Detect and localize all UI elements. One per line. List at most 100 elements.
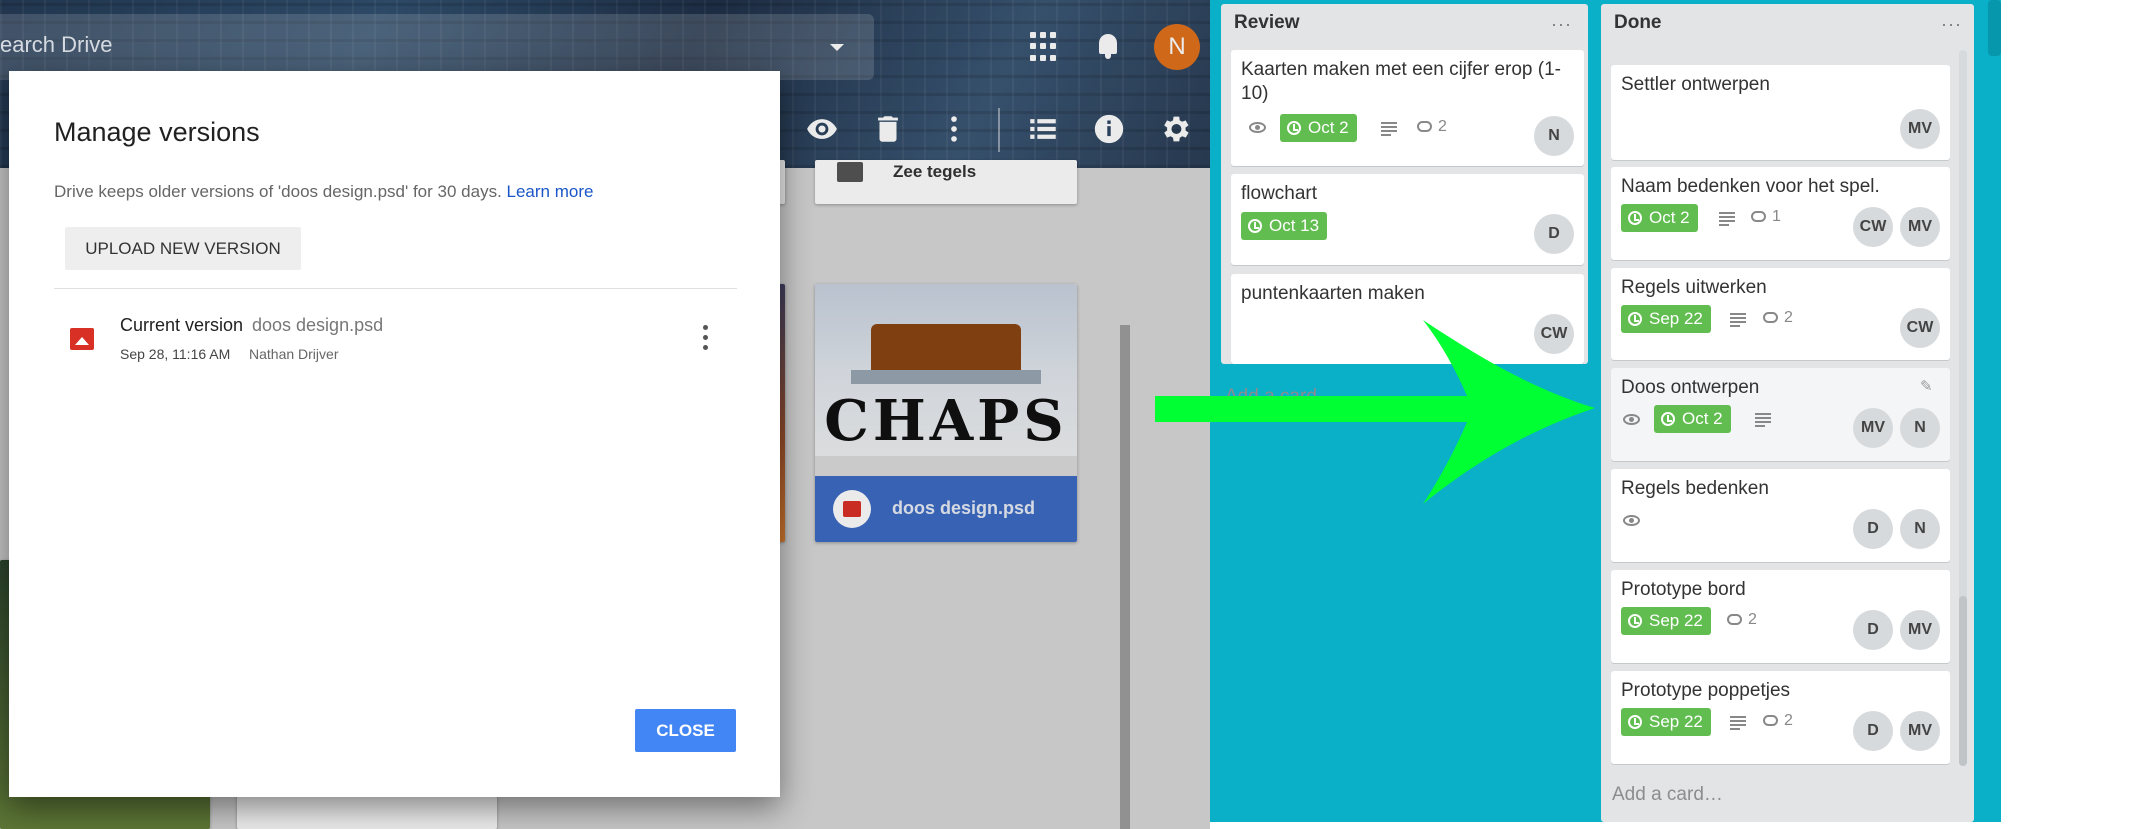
close-button[interactable]: CLOSE xyxy=(635,709,736,752)
comments-badge: 2 xyxy=(1417,118,1447,136)
card-kaarten-maken[interactable]: Kaarten maken met een cijfer erop (1- 10)… xyxy=(1231,50,1584,166)
clock-icon xyxy=(1628,614,1642,628)
board-scrollbar[interactable] xyxy=(1988,0,2001,56)
member-avatar[interactable]: D xyxy=(1853,509,1893,549)
description-text: Drive keeps older versions of 'doos desi… xyxy=(54,182,507,201)
clock-icon xyxy=(1628,211,1642,225)
comment-count: 2 xyxy=(1784,712,1793,729)
list-menu-icon[interactable]: ··· xyxy=(1941,14,1962,35)
member-avatar[interactable]: CW xyxy=(1853,207,1893,247)
list-title: Review xyxy=(1234,12,1300,33)
list-done: Done ··· Settler ontwerpen MV Naam beden… xyxy=(1601,4,1974,822)
member-avatar[interactable]: N xyxy=(1900,408,1940,448)
card-title-line: Kaarten maken met een cijfer erop (1- xyxy=(1241,59,1561,80)
due-date-badge[interactable]: Sep 22 xyxy=(1621,305,1711,333)
version-file-name: doos design.psd xyxy=(252,315,384,335)
card-title: Prototype bord xyxy=(1621,579,1746,600)
card-title: Kaarten maken met een cijfer erop (1- 10) xyxy=(1241,58,1561,106)
member-avatar[interactable]: N xyxy=(1900,509,1940,549)
clock-icon xyxy=(1248,219,1262,233)
comment-count: 2 xyxy=(1438,118,1447,135)
card-prototype-bord[interactable]: Prototype bord Sep 22 2 D MV xyxy=(1611,570,1950,663)
upload-new-version-button[interactable]: UPLOAD NEW VERSION xyxy=(65,227,301,270)
description-icon xyxy=(1381,122,1397,136)
due-date-badge[interactable]: Sep 22 xyxy=(1621,708,1711,736)
member-avatar[interactable]: MV xyxy=(1900,711,1940,751)
card-doos-ontwerpen[interactable]: Doos ontwerpen Oct 2 MV N xyxy=(1611,368,1950,461)
version-more-icon[interactable] xyxy=(695,323,715,353)
watch-eye-icon xyxy=(1623,414,1640,425)
card-naam-bedenken[interactable]: Naam bedenken voor het spel. Oct 2 1 CW … xyxy=(1611,167,1950,260)
comments-badge: 2 xyxy=(1763,309,1793,327)
clock-icon xyxy=(1287,121,1301,135)
card-settler-ontwerpen[interactable]: Settler ontwerpen MV xyxy=(1611,65,1950,160)
due-date: Oct 2 xyxy=(1682,409,1723,428)
member-avatar[interactable]: D xyxy=(1853,610,1893,650)
member-avatar[interactable]: MV xyxy=(1900,610,1940,650)
member-avatar[interactable]: MV xyxy=(1853,408,1893,448)
add-card-link[interactable]: Add a card… xyxy=(1612,784,1723,806)
comment-count: 1 xyxy=(1772,208,1781,225)
clock-icon xyxy=(1661,412,1675,426)
card-regels-uitwerken[interactable]: Regels uitwerken Sep 22 2 CW xyxy=(1611,268,1950,360)
dialog-title: Manage versions xyxy=(54,117,260,147)
clock-icon xyxy=(1628,312,1642,326)
card-title-line: 10) xyxy=(1241,83,1269,104)
list-scrollbar-thumb[interactable] xyxy=(1959,596,1967,766)
manage-versions-dialog: Manage versions Drive keeps older versio… xyxy=(9,71,780,797)
comment-icon xyxy=(1417,121,1432,132)
comment-icon xyxy=(1763,312,1778,323)
card-prototype-poppetjes[interactable]: Prototype poppetjes Sep 22 2 D MV xyxy=(1611,671,1950,764)
due-date-badge[interactable]: Oct 2 xyxy=(1654,405,1731,433)
due-date: Oct 2 xyxy=(1308,118,1349,137)
clock-icon xyxy=(1628,715,1642,729)
due-date: Sep 22 xyxy=(1649,611,1703,630)
card-title: Naam bedenken voor het spel. xyxy=(1621,176,1880,197)
comment-count: 2 xyxy=(1748,611,1757,628)
description-icon xyxy=(1755,413,1771,427)
comment-icon xyxy=(1763,715,1778,726)
description-icon xyxy=(1730,716,1746,730)
watch-eye-icon xyxy=(1623,515,1640,526)
green-arrow-annotation xyxy=(1155,320,1595,504)
list-review: Review ··· Kaarten maken met een cijfer … xyxy=(1221,4,1588,364)
card-regels-bedenken[interactable]: Regels bedenken D N xyxy=(1611,469,1950,562)
card-title: Regels bedenken xyxy=(1621,478,1769,499)
version-label: Current version xyxy=(120,315,244,335)
due-date-badge[interactable]: Oct 13 xyxy=(1241,212,1328,240)
edit-pencil-icon[interactable]: ✎ xyxy=(1920,379,1934,394)
dialog-description: Drive keeps older versions of 'doos desi… xyxy=(54,182,593,202)
card-title: Settler ontwerpen xyxy=(1621,74,1770,95)
list-menu-icon[interactable]: ··· xyxy=(1551,14,1572,35)
card-title: Regels uitwerken xyxy=(1621,277,1767,298)
due-date: Oct 2 xyxy=(1649,208,1690,227)
description-icon xyxy=(1719,212,1735,226)
comment-icon xyxy=(1727,614,1742,625)
learn-more-link[interactable]: Learn more xyxy=(507,182,594,201)
comment-count: 2 xyxy=(1784,309,1793,326)
member-avatar[interactable]: D xyxy=(1534,214,1574,254)
comment-icon xyxy=(1751,211,1766,222)
card-title: flowchart xyxy=(1241,183,1318,204)
member-avatar[interactable]: N xyxy=(1534,116,1574,156)
divider xyxy=(54,288,737,289)
version-date: Sep 28, 11:16 AM xyxy=(120,346,231,362)
due-date: Sep 22 xyxy=(1649,712,1703,731)
member-avatar[interactable]: MV xyxy=(1900,109,1940,149)
version-user: Nathan Drijver xyxy=(249,346,339,362)
card-title: Prototype poppetjes xyxy=(1621,680,1791,701)
card-flowchart[interactable]: flowchart Oct 13 D xyxy=(1231,174,1584,265)
due-date-badge[interactable]: Oct 2 xyxy=(1280,114,1357,142)
due-date-badge[interactable]: Oct 2 xyxy=(1621,204,1698,232)
list-title: Done xyxy=(1614,12,1662,33)
due-date-badge[interactable]: Sep 22 xyxy=(1621,607,1711,635)
image-file-icon xyxy=(70,328,94,350)
member-avatar[interactable]: CW xyxy=(1900,308,1940,348)
member-avatar[interactable]: MV xyxy=(1900,207,1940,247)
card-title: Doos ontwerpen xyxy=(1621,377,1760,398)
member-avatar[interactable]: D xyxy=(1853,711,1893,751)
watch-eye-icon xyxy=(1249,122,1266,133)
due-date: Oct 13 xyxy=(1269,216,1320,235)
description-icon xyxy=(1730,313,1746,327)
comments-badge: 2 xyxy=(1763,712,1793,730)
